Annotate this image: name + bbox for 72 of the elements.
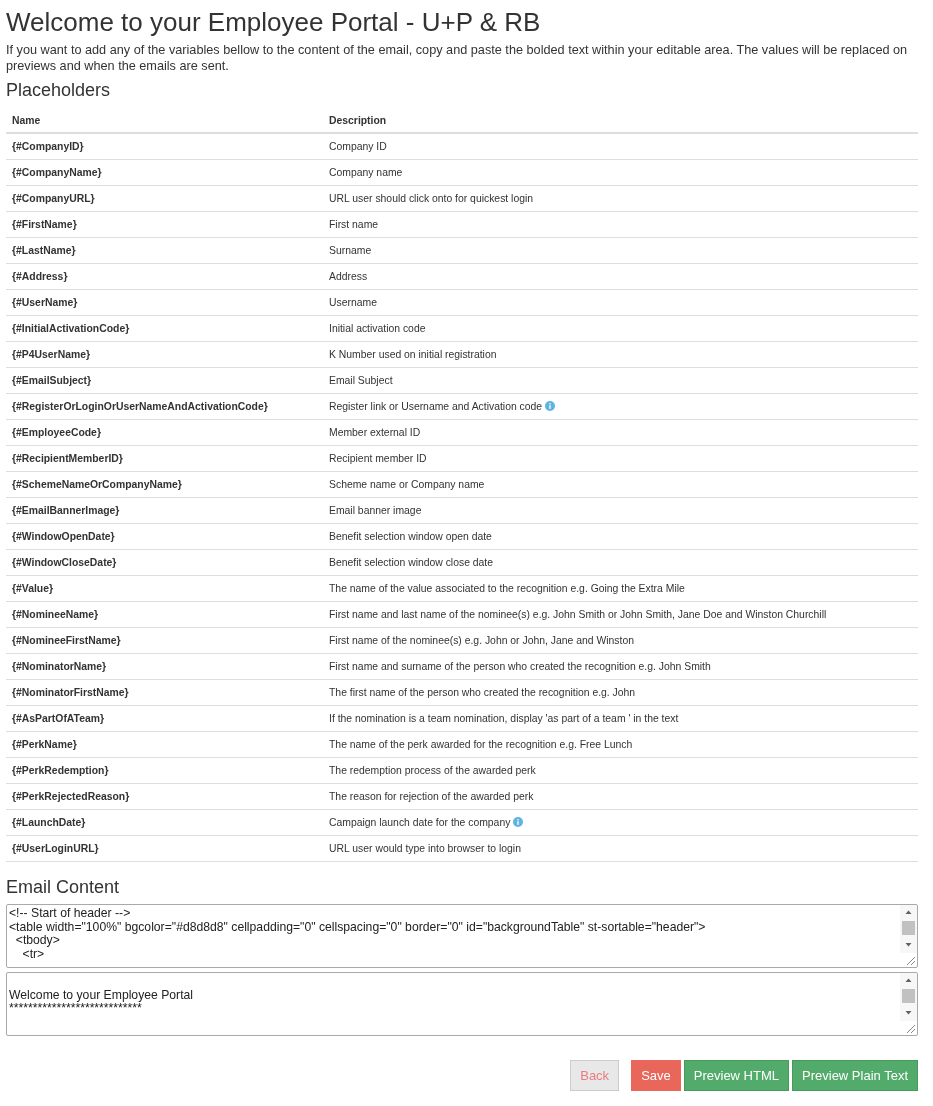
table-cell: The name of the value associated to the recognition e.g. Going the Extra Mile [329,583,685,594]
table-cell: The name of the perk awarded for the recognition e.g. Free Lunch [329,739,633,750]
text-area-field[interactable]: Welcome to your Employee Portal **************************** [6,972,918,1036]
table-cell: The redemption process of the awarded perk [329,765,536,776]
table-cell: Scheme name or Company name [329,479,485,490]
table-cell: {#UserName} [12,297,78,308]
table-cell: Initial activation code [329,323,426,334]
resize-grip-icon[interactable] [904,1022,916,1034]
table-cell: {#Address} [12,271,68,282]
table-cell: Campaign launch date for the company [329,817,511,828]
section-heading: Placeholders [6,79,112,102]
table-cell: {#LaunchDate} [12,817,86,828]
table-cell: {#WindowOpenDate} [12,531,115,542]
table-cell: First name [329,219,379,230]
table-cell: {#PerkRejectedReason} [12,791,130,802]
table-cell: The reason for rejection of the awarded perk [329,791,534,802]
table-cell: {#NomineeFirstName} [12,635,121,646]
table-cell: Email Subject [329,375,393,386]
save-button[interactable]: Save [631,1060,681,1091]
table-cell: {#NominatorFirstName} [12,687,129,698]
column-header: Description [329,114,387,126]
text-area-field[interactable]: <!-- Start of header --> <table width="100%" bgcolor="#d8d8d8" cellpadding="0" cellspacing="0" border="0" id="backgroundTable" st-sortable="header"> <tbody> <tr> [6,904,918,968]
table-cell: {#InitialActivationCode} [12,323,130,334]
table-cell: {#EmailBannerImage} [12,505,120,516]
column-header: Name [12,114,41,126]
table-cell: {#P4UserName} [12,349,90,360]
table-cell: {#Value} [12,583,53,594]
page-title: Welcome to your Employee Portal - U+P & RB [6,6,542,38]
table-cell: {#EmployeeCode} [12,427,101,438]
section-heading: Email Content [6,876,121,899]
table-cell: First name of the nominee(s) e.g. John or John, Jane and Winston [329,635,634,646]
table-cell: {#WindowCloseDate} [12,557,117,568]
table-cell: If the nomination is a team nomination, display 'as part of a team ' in the text [329,713,679,724]
table-cell: First name and surname of the person who created the recognition e.g. John Smith [329,661,711,672]
table-cell: Surname [329,245,372,256]
table-cell: {#PerkRedemption} [12,765,109,776]
table-cell: Company ID [329,141,387,152]
table-cell: {#PerkName} [12,739,77,750]
table-cell: {#RegisterOrLoginOrUserNameAndActivationCode} [12,401,268,412]
table-cell: Username [329,297,377,308]
table-cell: Benefit selection window close date [329,557,494,568]
table-cell: {#RecipientMemberID} [12,453,123,464]
table-cell: {#FirstName} [12,219,77,230]
scrollbar[interactable] [900,905,917,953]
table-cell: URL user would type into browser to login [329,843,521,854]
resize-grip-icon[interactable] [904,954,916,966]
table-cell: {#CompanyURL} [12,193,95,204]
table-cell: {#NominatorName} [12,661,107,672]
table-cell: {#UserLoginURL} [12,843,99,854]
table-cell: {#AsPartOfATeam} [12,713,104,724]
table-cell: Address [329,271,368,282]
preview-button[interactable]: Preview Plain Text [792,1060,918,1091]
table-cell: The first name of the person who created the recognition e.g. John [329,687,636,698]
table-cell: {#SchemeNameOrCompanyName} [12,479,182,490]
table-cell: URL user should click onto for quickest login [329,193,534,204]
table-cell: Benefit selection window open date [329,531,492,542]
table-cell: {#EmailSubject} [12,375,92,386]
table-cell: Member external ID [329,427,421,438]
table-cell: {#NomineeName} [12,609,99,620]
table-cell: {#CompanyName} [12,167,102,178]
table-cell: {#CompanyID} [12,141,84,152]
back-button[interactable]: Back [570,1060,620,1091]
table-cell: K Number used on initial registration [329,349,497,360]
table-cell: First name and last name of the nominee(s) e.g. John Smith or John Smith, Jane Doe and Winston Churchill [329,609,827,620]
intro-paragraph: If you want to add any of the variables bellow to the content of the email, copy and paste the bolded text within your editable area. The values will be replaced on previews and when the emails are sent. [6,43,909,74]
table-cell: Register link or Username and Activation code [329,401,543,412]
table-cell: Recipient member ID [329,453,427,464]
table-cell: {#LastName} [12,245,76,256]
table-cell: Company name [329,167,403,178]
preview-button[interactable]: Preview HTML [683,1060,789,1091]
scrollbar[interactable] [900,973,917,1021]
table-cell: Email banner image [329,505,422,516]
